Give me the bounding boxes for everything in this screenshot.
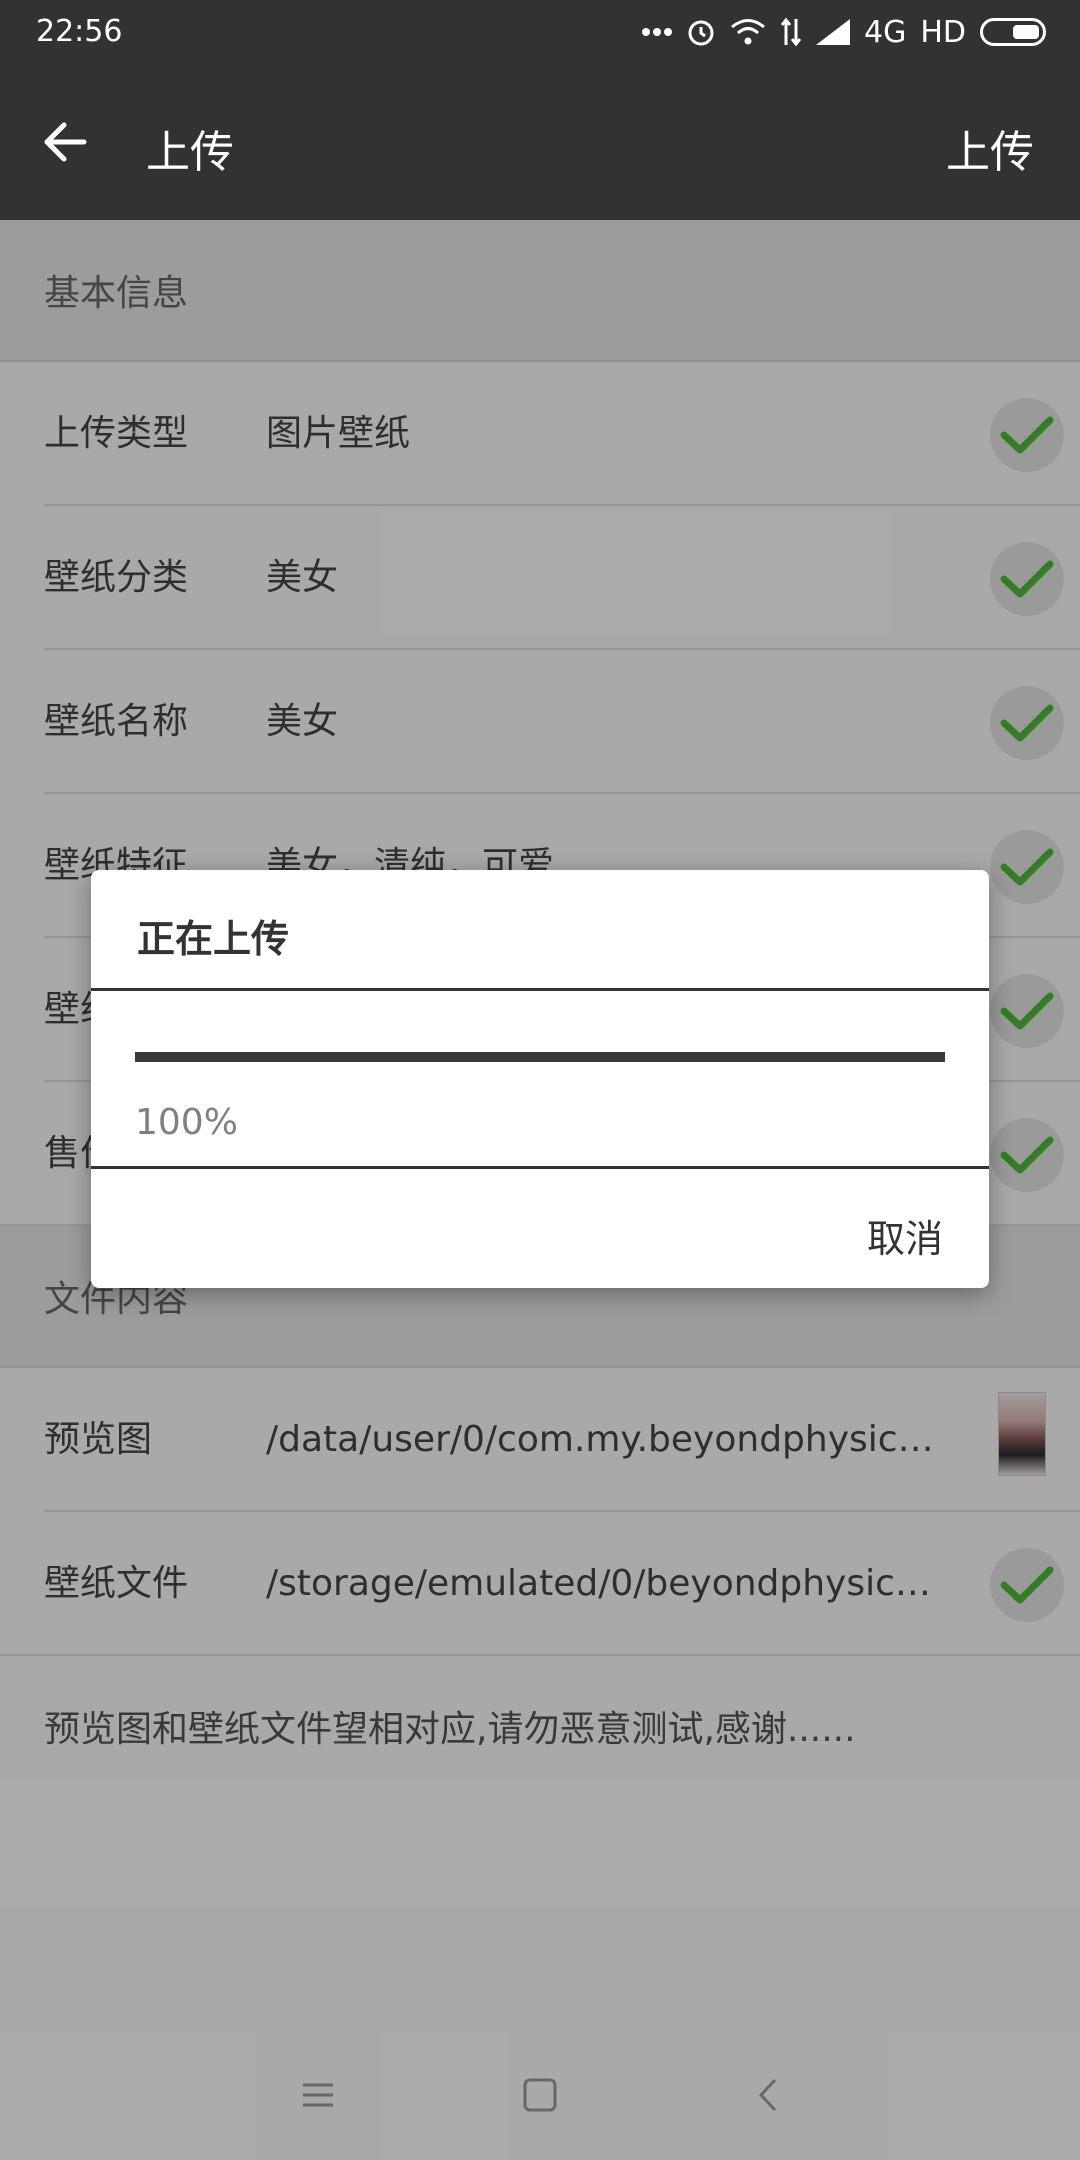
upload-progress-dialog: 正在上传 100% 取消 bbox=[91, 870, 989, 1288]
dialog-divider-top bbox=[91, 988, 989, 991]
network-type: 4G bbox=[863, 14, 907, 50]
battery-icon bbox=[980, 18, 1046, 46]
app-bar: 上传 上传 bbox=[0, 66, 1080, 220]
cancel-button[interactable]: 取消 bbox=[867, 1208, 943, 1263]
status-icons: 4G HD bbox=[641, 12, 1046, 52]
arrow-left-icon[interactable] bbox=[36, 112, 96, 172]
more-dots-icon bbox=[641, 28, 672, 36]
data-arrows-icon bbox=[780, 17, 802, 47]
status-bar: 22:56 4G HD bbox=[0, 0, 1080, 66]
status-time: 22:56 bbox=[36, 14, 123, 49]
hd-indicator: HD bbox=[920, 14, 966, 50]
dialog-divider-bottom bbox=[91, 1166, 989, 1169]
upload-button[interactable]: 上传 bbox=[946, 116, 1034, 180]
progress-bar-fill bbox=[135, 1052, 945, 1062]
wifi-icon bbox=[731, 19, 765, 45]
progress-percent: 100% bbox=[135, 1102, 238, 1143]
alarm-icon bbox=[688, 20, 714, 46]
page-title: 上传 bbox=[146, 127, 234, 178]
progress-bar bbox=[135, 1052, 945, 1062]
dialog-title: 正在上传 bbox=[137, 917, 290, 961]
signal-icon bbox=[815, 19, 850, 45]
